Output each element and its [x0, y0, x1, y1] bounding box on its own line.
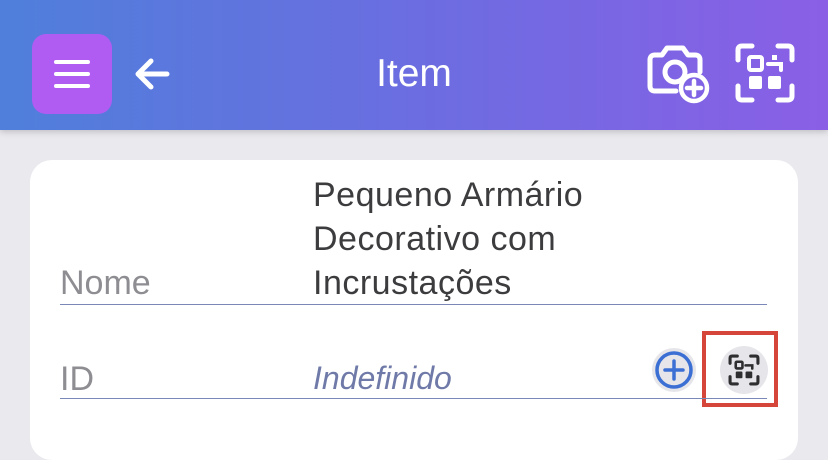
camera-add-icon [647, 45, 710, 104]
app-header: Item [0, 0, 828, 130]
scan-code-button[interactable] [734, 42, 798, 104]
name-label: Nome [60, 264, 151, 302]
add-id-button[interactable] [652, 348, 696, 392]
qr-scan-icon [735, 43, 795, 103]
item-card: Pequeno Armário Decorativo com Incrustaç… [30, 160, 798, 460]
name-value[interactable]: Pequeno Armário Decorativo com Incrustaç… [313, 173, 753, 305]
divider [60, 304, 767, 305]
divider [60, 398, 767, 399]
id-value[interactable]: Indefinido [313, 360, 452, 397]
highlight-box [702, 331, 778, 407]
plus-circle-icon [655, 351, 693, 389]
add-photo-button[interactable] [642, 42, 710, 104]
id-label: ID [60, 360, 94, 398]
